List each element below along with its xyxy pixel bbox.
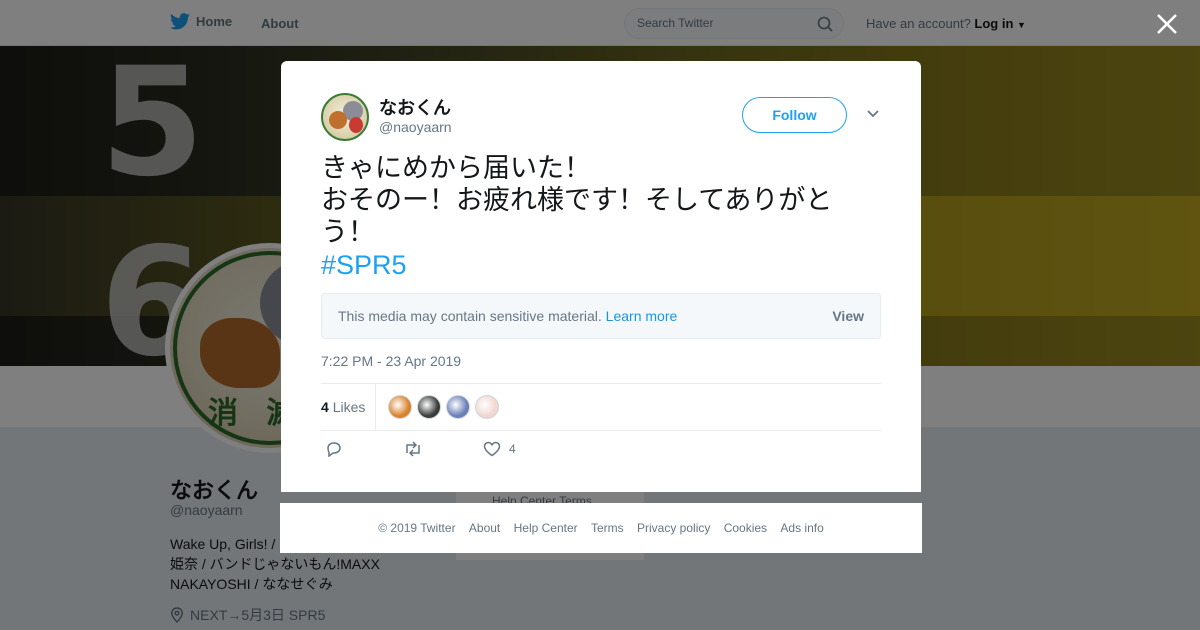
author-name[interactable]: なおくん — [379, 94, 451, 120]
likes-label: Likes — [332, 399, 366, 415]
liker-avatar[interactable] — [417, 395, 441, 419]
stats-divider — [375, 384, 376, 430]
sensitive-media-notice: This media may contain sensitive materia… — [321, 293, 881, 339]
like-count: 4 — [509, 442, 516, 456]
liker-avatar[interactable] — [388, 395, 412, 419]
retweet-icon — [406, 441, 420, 457]
chevron-down-icon[interactable] — [866, 109, 880, 119]
footer-copyright: © 2019 Twitter — [378, 521, 456, 535]
tweet-modal: なおくん @naoyaarn Follow きゃにめから届いた！ おそのー！お疲… — [281, 61, 921, 492]
tweet-actions: 4 — [321, 439, 621, 465]
tweet-timestamp[interactable]: 7:22 PM - 23 Apr 2019 — [321, 353, 461, 369]
view-media-button[interactable]: View — [832, 308, 864, 324]
likers-list — [388, 395, 499, 419]
footer-cookies-link[interactable]: Cookies — [724, 521, 767, 535]
tweet-text-line: う！ — [321, 217, 375, 248]
liker-avatar[interactable] — [475, 395, 499, 419]
footer-ads-link[interactable]: Ads info — [780, 521, 823, 535]
footer-privacy-link[interactable]: Privacy policy — [637, 521, 710, 535]
author-avatar[interactable] — [321, 93, 369, 141]
tweet-stats: 4 Likes — [321, 383, 881, 431]
sensitive-text-wrap: This media may contain sensitive materia… — [338, 308, 677, 324]
footer-about-link[interactable]: About — [469, 521, 500, 535]
reply-icon — [327, 442, 341, 457]
footer-help-link[interactable]: Help Center — [514, 521, 578, 535]
close-icon[interactable] — [1154, 11, 1180, 37]
retweet-action[interactable] — [403, 441, 423, 457]
tweet-text: きゃにめから届いた！ おそのー！お疲れ様です！そしてありがと う！ #SPR5 — [321, 153, 881, 281]
hashtag-link[interactable]: #SPR5 — [321, 249, 881, 281]
avatar-art-shape — [329, 111, 347, 129]
liker-avatar[interactable] — [446, 395, 470, 419]
modal-footer: © 2019 Twitter About Help Center Terms P… — [280, 503, 922, 553]
likes-count[interactable]: 4 Likes — [321, 399, 365, 415]
follow-button[interactable]: Follow — [742, 97, 847, 133]
like-action[interactable]: 4 — [483, 441, 516, 457]
heart-icon — [483, 441, 501, 457]
footer-terms-link[interactable]: Terms — [591, 521, 624, 535]
author-handle[interactable]: @naoyaarn — [379, 119, 452, 135]
tweet-text-line: おそのー！お疲れ様です！そしてありがと — [321, 185, 833, 216]
learn-more-link[interactable]: Learn more — [606, 308, 678, 324]
reply-action[interactable] — [325, 441, 343, 457]
avatar-art-shape — [349, 117, 363, 133]
sensitive-text: This media may contain sensitive materia… — [338, 308, 602, 324]
likes-number: 4 — [321, 399, 329, 415]
tweet-text-line: きゃにめから届いた！ — [321, 153, 591, 184]
